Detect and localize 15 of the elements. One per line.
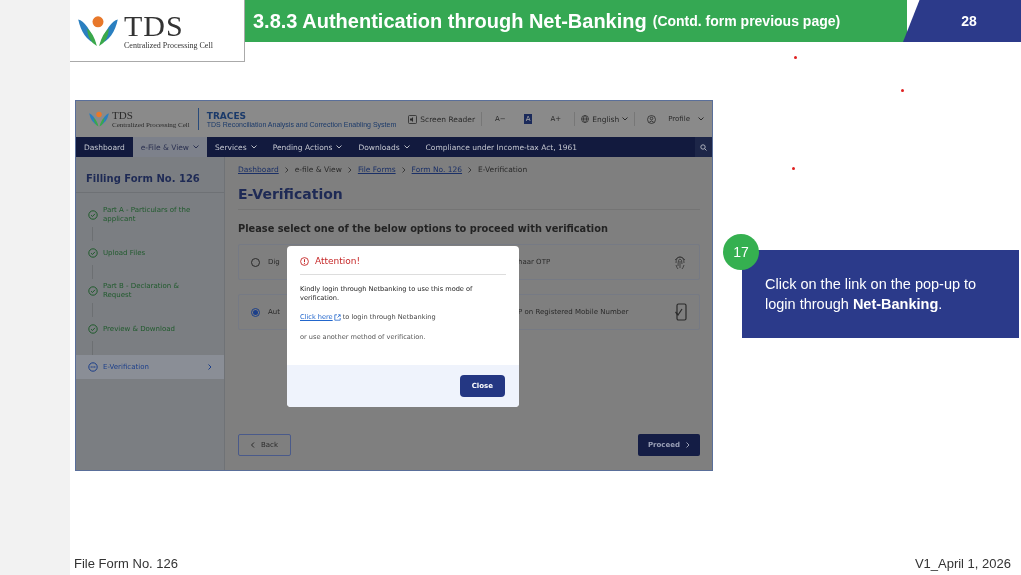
page-number: 28 (903, 0, 1021, 42)
slide-title: 3.8.3 Authentication through Net-Banking (253, 9, 647, 33)
page-title: E-Verification (238, 186, 700, 210)
sidebar-title: Filling Form No. 126 (76, 157, 224, 193)
logo-text: TDS (112, 109, 134, 121)
prompt-text: Please select one of the below options to proceed with verification (238, 223, 609, 234)
step-number: 17 (723, 234, 759, 270)
title-note: (Contd. form previous page) (652, 13, 841, 29)
dialog-title: Attention! (315, 256, 361, 266)
brand-name: TRACES (206, 110, 248, 121)
logo-text: TDS (124, 11, 185, 41)
logo-subtitle: Centralized Processing Cell (124, 41, 213, 50)
footer-text: V1_April 1, 2026 (914, 556, 1011, 571)
footer-text: File Form No. 126 (74, 556, 179, 571)
instruction-text: Click on the link on the pop-up to login through Net-Banking. (765, 276, 977, 312)
